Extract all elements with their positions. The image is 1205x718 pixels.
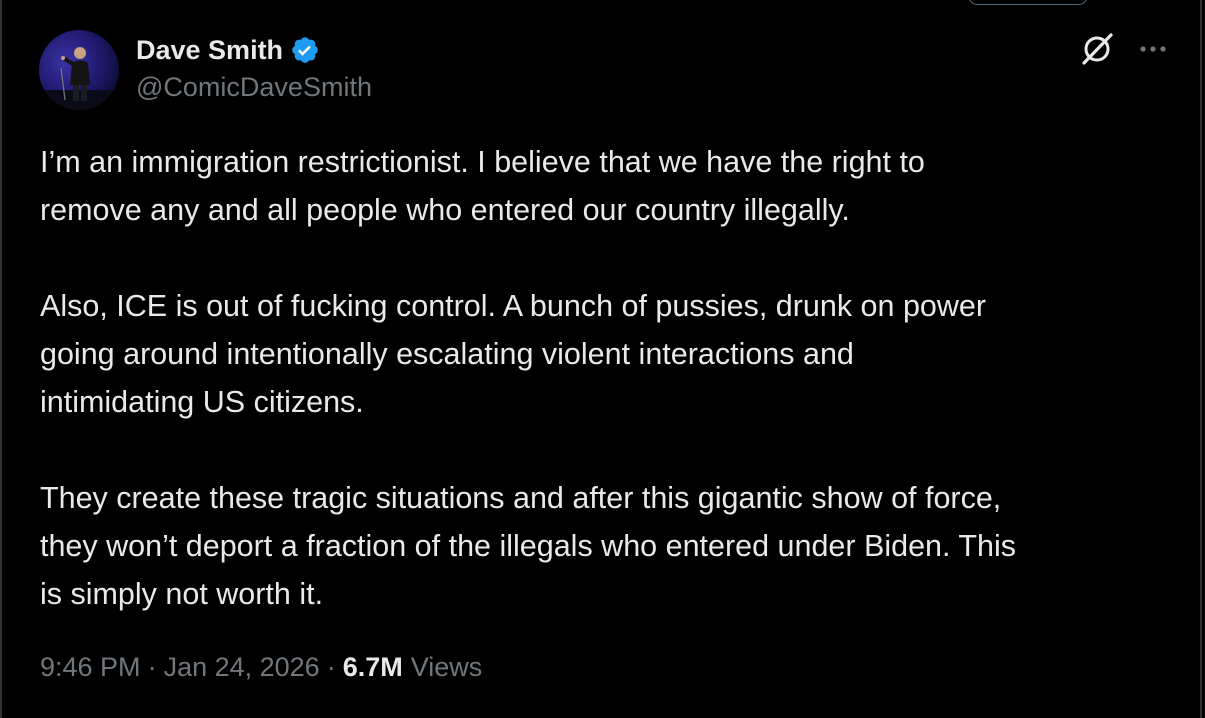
meta-separator: ·: [147, 652, 157, 682]
verified-badge-icon[interactable]: [290, 35, 320, 65]
views-label: Views: [410, 652, 483, 682]
tweet-paragraph: I’m an immigration restrictionist. I bel…: [40, 145, 925, 227]
right-border: [1200, 0, 1202, 718]
left-border: [0, 0, 2, 718]
author-display-name[interactable]: Dave Smith: [136, 35, 283, 66]
tweet-paragraph: They create these tragic situations and …: [40, 481, 1017, 611]
view-count[interactable]: 6.7M: [343, 652, 403, 683]
more-button[interactable]: [1136, 36, 1170, 62]
grok-button[interactable]: [1078, 30, 1116, 68]
grok-icon: [1082, 33, 1113, 65]
avatar[interactable]: [39, 30, 119, 110]
partial-pill-button[interactable]: [968, 0, 1088, 5]
tweet-metadata: 9:46 PM · Jan 24, 2026 · 6.7M Views: [40, 652, 482, 683]
meta-separator: ·: [326, 652, 336, 682]
avatar-photo: [39, 30, 119, 110]
tweet-date[interactable]: Jan 24, 2026: [164, 652, 320, 683]
author-handle[interactable]: @ComicDaveSmith: [136, 72, 372, 103]
tweet-time[interactable]: 9:46 PM: [40, 652, 141, 683]
tweet-panel: Dave Smith @ComicDaveSmith I’m an immigr…: [0, 0, 1205, 718]
more-horizontal-icon: [1140, 46, 1166, 52]
tweet-text: I’m an immigration restrictionist. I bel…: [40, 138, 1180, 618]
author-name-row: Dave Smith: [136, 30, 320, 70]
tweet-paragraph: Also, ICE is out of fucking control. A b…: [40, 289, 987, 419]
